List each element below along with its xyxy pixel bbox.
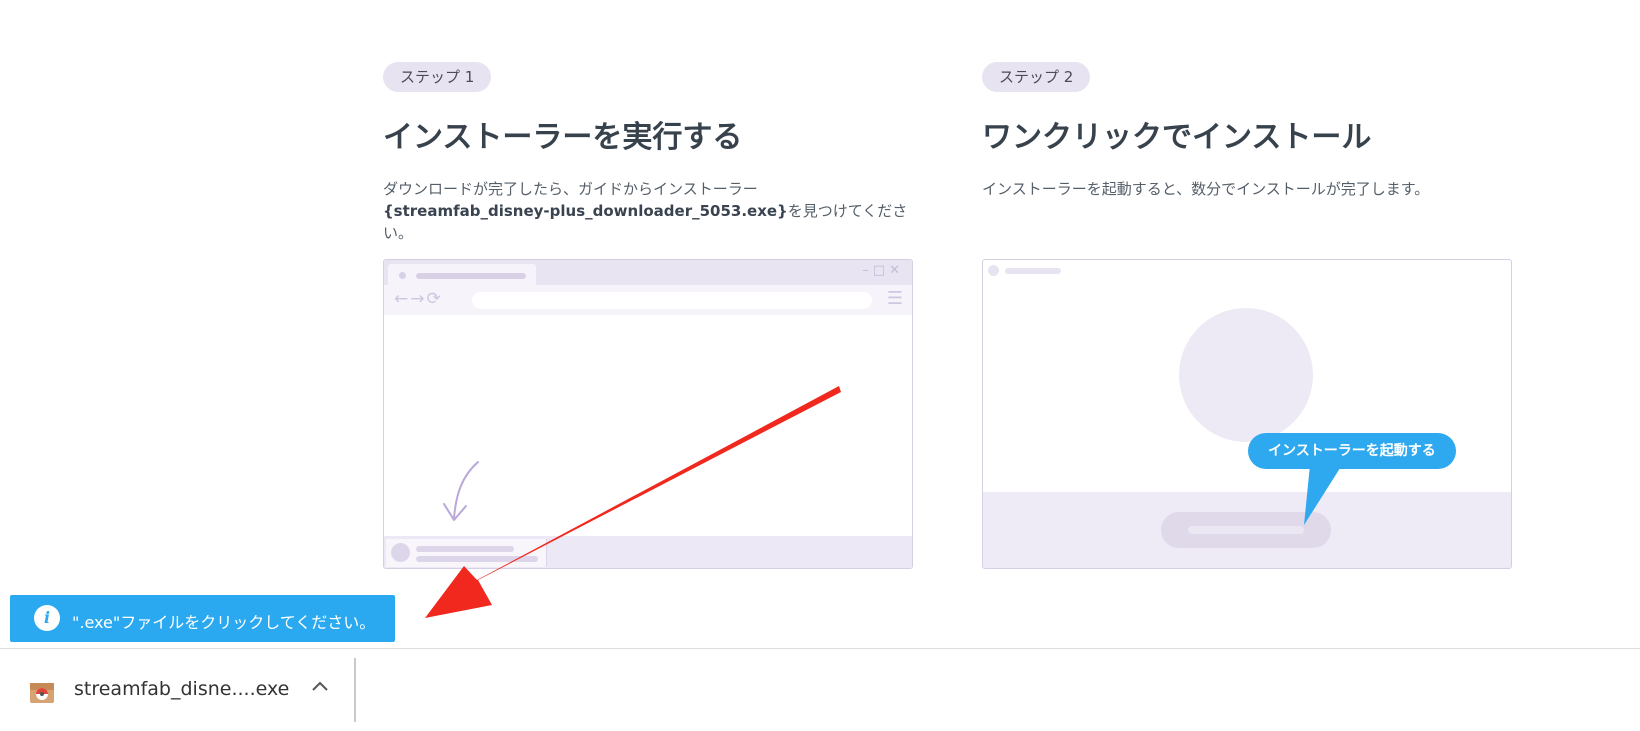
step-1-title: インストーラーを実行する <box>383 120 743 155</box>
browser-tab-bar: –□✕ <box>384 260 912 285</box>
info-icon: i <box>34 605 60 631</box>
instruction-toast: i ".exe"ファイルをクリックしてください。 <box>10 595 395 642</box>
installer-footer <box>983 492 1511 568</box>
installer-logo-placeholder <box>1179 308 1313 442</box>
step-2-title: ワンクリックでインストール <box>982 120 1372 155</box>
url-field <box>472 292 872 309</box>
hamburger-menu-icon: ☰ <box>886 288 903 309</box>
browser-tab <box>388 264 536 285</box>
step-2-description: インストーラーを起動すると、数分でインストールが完了します。 <box>982 180 1430 198</box>
callout-tail-icon <box>1304 465 1342 525</box>
download-shelf: streamfab_disne....exe <box>0 648 1640 731</box>
browser-download-bar <box>384 536 912 568</box>
installer-package-icon <box>30 683 54 703</box>
chevron-up-icon[interactable] <box>309 676 331 698</box>
launch-installer-callout: インストーラーを起動する <box>1248 433 1456 469</box>
step-1-desc-prefix: ダウンロードが完了したら、ガイドからインストーラー <box>383 180 758 198</box>
curved-down-arrow-icon <box>443 461 479 521</box>
installer-illustration: インストーラーを起動する <box>982 259 1512 569</box>
installer-filename: {streamfab_disney-plus_downloader_5053.e… <box>383 202 788 220</box>
download-item[interactable]: streamfab_disne....exe <box>0 649 355 731</box>
download-file-name: streamfab_disne....exe <box>74 678 290 700</box>
toast-message: ".exe"ファイルをクリックしてください。 <box>72 613 376 632</box>
step-1-badge: ステップ 1 <box>383 62 492 92</box>
installer-window-dot <box>988 265 999 276</box>
step-2-badge: ステップ 2 <box>982 62 1091 92</box>
window-controls-icon: –□✕ <box>862 263 904 278</box>
step-1-description: ダウンロードが完了したら、ガイドからインストーラー {streamfab_disn… <box>383 178 913 244</box>
browser-address-bar: ←→⟳ ☰ <box>384 285 912 315</box>
installer-window-title-line <box>1005 268 1061 274</box>
browser-illustration: –□✕ ←→⟳ ☰ <box>383 259 913 569</box>
shelf-divider <box>354 658 356 722</box>
browser-download-item <box>386 539 547 567</box>
navigation-arrows-icon: ←→⟳ <box>394 289 443 309</box>
